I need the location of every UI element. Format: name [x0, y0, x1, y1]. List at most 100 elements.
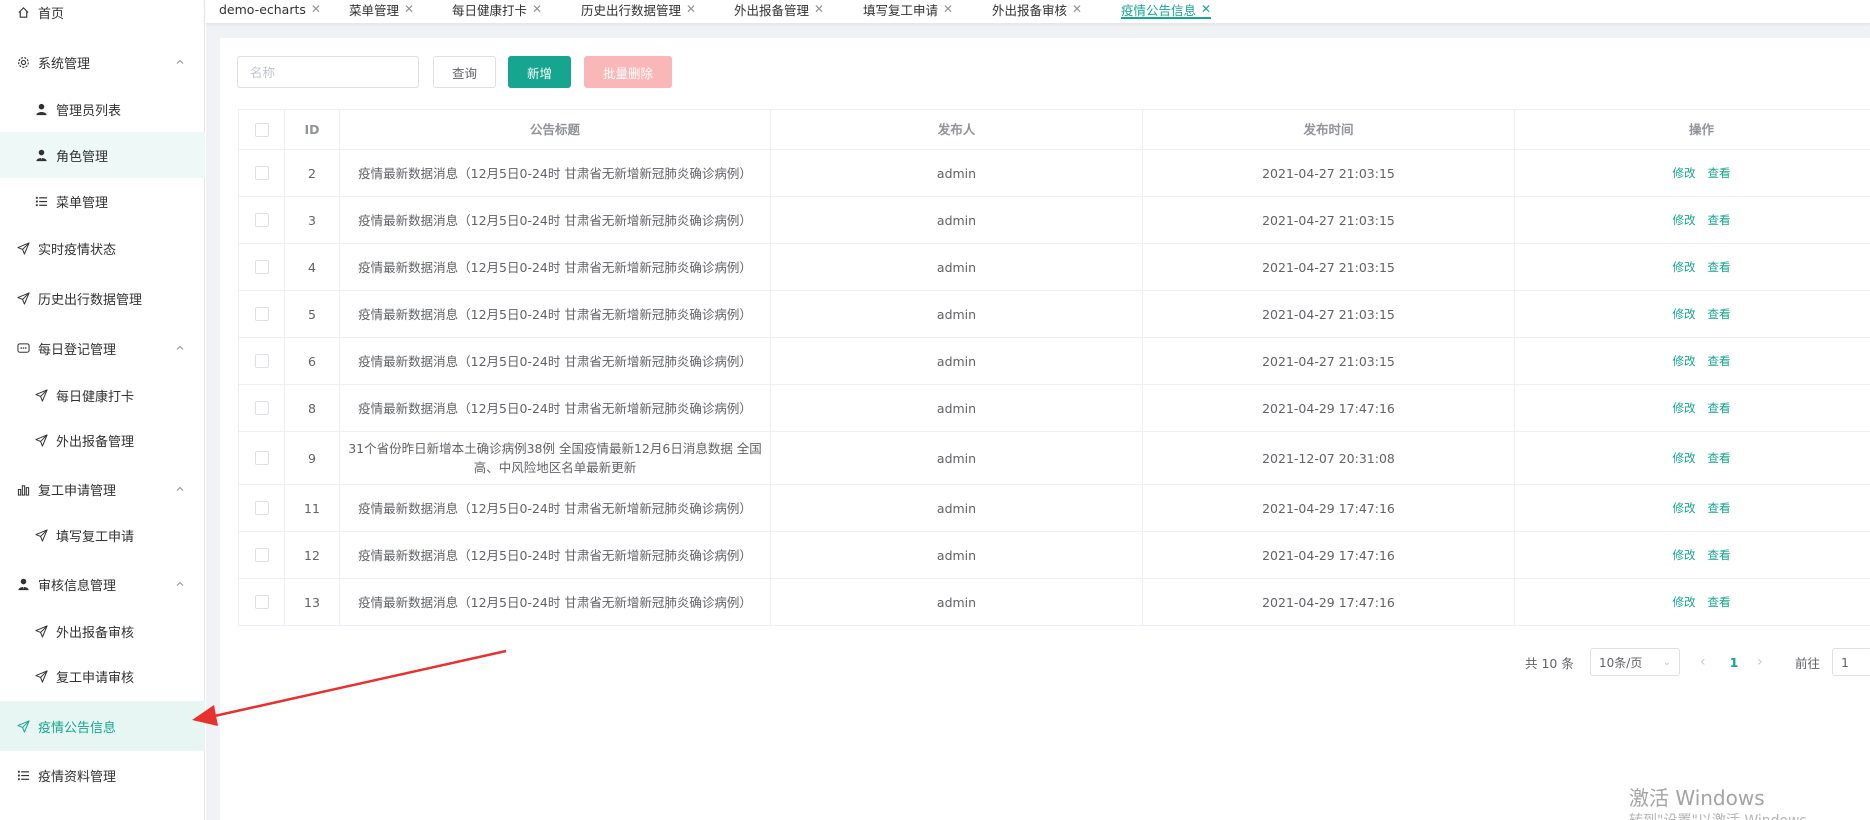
- sidebar-item-outing-review[interactable]: 外出报备审核: [0, 608, 205, 654]
- current-page[interactable]: 1: [1723, 648, 1745, 676]
- close-icon[interactable]: ✕: [404, 2, 414, 16]
- chevron-up-icon: [176, 59, 184, 64]
- paper-plane-icon: [34, 433, 48, 447]
- next-page-button[interactable]: ›: [1757, 648, 1763, 676]
- tab-epidemic-notice[interactable]: 疫情公告信息 ✕: [1121, 0, 1212, 23]
- tab-health-checkin[interactable]: 每日健康打卡 ✕: [452, 0, 542, 23]
- sidebar-item-epidemic-data[interactable]: 疫情资料管理: [0, 751, 205, 799]
- prev-page-button[interactable]: ‹: [1700, 648, 1706, 676]
- table-row: 2 疫情最新数据消息（12月5日0-24时 甘肃省无新增新冠肺炎确诊病例） ad…: [239, 150, 1870, 197]
- paper-plane-icon: [34, 528, 48, 542]
- cell-actions: 修改 查看: [1515, 432, 1870, 484]
- close-icon[interactable]: ✕: [1072, 2, 1082, 16]
- edit-link[interactable]: 修改: [1673, 258, 1696, 277]
- sidebar-item-return-to-work[interactable]: 复工申请管理: [0, 465, 205, 513]
- edit-link[interactable]: 修改: [1673, 499, 1696, 518]
- view-link[interactable]: 查看: [1708, 546, 1731, 565]
- row-checkbox[interactable]: [254, 260, 269, 274]
- tab-history-travel[interactable]: 历史出行数据管理 ✕: [581, 0, 696, 23]
- view-link[interactable]: 查看: [1708, 258, 1731, 277]
- cell-actions: 修改 查看: [1515, 291, 1870, 337]
- view-link[interactable]: 查看: [1708, 499, 1731, 518]
- select-all-checkbox[interactable]: [254, 122, 269, 137]
- chat-icon: [16, 341, 30, 355]
- row-checkbox[interactable]: [254, 548, 269, 562]
- row-checkbox[interactable]: [254, 307, 269, 321]
- edit-link[interactable]: 修改: [1673, 164, 1696, 183]
- row-checkbox[interactable]: [254, 354, 269, 368]
- sidebar-item-fill-application[interactable]: 填写复工申请: [0, 512, 205, 558]
- name-search-input[interactable]: [237, 56, 419, 88]
- cell-id: 12: [285, 532, 340, 578]
- tab-label: 每日健康打卡: [452, 2, 528, 18]
- tab-outing-review[interactable]: 外出报备审核 ✕: [992, 0, 1082, 23]
- close-icon[interactable]: ✕: [1201, 2, 1211, 16]
- paper-plane-icon: [16, 719, 30, 733]
- sidebar-item-review[interactable]: 审核信息管理: [0, 560, 205, 608]
- bar-chart-icon: [16, 482, 30, 496]
- sidebar-item-system[interactable]: 系统管理: [0, 38, 205, 86]
- view-link[interactable]: 查看: [1708, 211, 1731, 230]
- sidebar-item-home[interactable]: 首页: [0, 0, 205, 36]
- cell-time: 2021-04-27 21:03:15: [1143, 338, 1515, 384]
- cell-publisher: admin: [771, 579, 1143, 625]
- sidebar-item-role[interactable]: 角色管理: [0, 132, 205, 178]
- sidebar-item-label: 首页: [38, 6, 65, 22]
- row-checkbox[interactable]: [254, 595, 269, 609]
- view-link[interactable]: 查看: [1708, 449, 1731, 468]
- row-checkbox[interactable]: [254, 501, 269, 515]
- edit-link[interactable]: 修改: [1673, 352, 1696, 371]
- close-icon[interactable]: ✕: [814, 2, 824, 16]
- query-button[interactable]: 查询: [433, 56, 496, 88]
- tab-label: 外出报备审核: [992, 2, 1068, 18]
- sidebar-item-return-review[interactable]: 复工申请审核: [0, 653, 205, 699]
- edit-link[interactable]: 修改: [1673, 449, 1696, 468]
- tab-label: 菜单管理: [349, 2, 400, 18]
- pagination-total: 共 10 条: [1525, 655, 1574, 671]
- view-link[interactable]: 查看: [1708, 164, 1731, 183]
- sidebar-item-admin-list[interactable]: 管理员列表: [0, 86, 205, 132]
- edit-link[interactable]: 修改: [1673, 305, 1696, 324]
- view-link[interactable]: 查看: [1708, 399, 1731, 418]
- edit-link[interactable]: 修改: [1673, 546, 1696, 565]
- sidebar-item-label: 复工申请审核: [56, 670, 135, 686]
- cell-actions: 修改 查看: [1515, 532, 1870, 578]
- view-link[interactable]: 查看: [1708, 305, 1731, 324]
- sidebar-item-history[interactable]: 历史出行数据管理: [0, 274, 205, 322]
- edit-link[interactable]: 修改: [1673, 593, 1696, 612]
- goto-page-input[interactable]: 1: [1832, 648, 1870, 676]
- close-icon[interactable]: ✕: [686, 2, 696, 16]
- paper-plane-icon: [16, 241, 30, 255]
- row-checkbox[interactable]: [254, 451, 269, 465]
- sidebar-item-menu[interactable]: 菜单管理: [0, 178, 205, 224]
- batch-delete-button[interactable]: 批量删除: [584, 56, 672, 88]
- tab-demo-echarts[interactable]: demo-echarts ✕: [219, 0, 321, 23]
- row-checkbox[interactable]: [254, 401, 269, 415]
- tab-fill-application[interactable]: 填写复工申请 ✕: [863, 0, 953, 23]
- sidebar-item-health-checkin[interactable]: 每日健康打卡: [0, 372, 205, 418]
- row-checkbox-cell: [239, 291, 285, 337]
- list-icon: [34, 194, 48, 208]
- add-button[interactable]: 新增: [508, 56, 571, 88]
- sidebar-item-epidemic-notice[interactable]: 疫情公告信息: [0, 701, 205, 751]
- view-link[interactable]: 查看: [1708, 352, 1731, 371]
- close-icon[interactable]: ✕: [943, 2, 953, 16]
- sidebar-item-realtime[interactable]: 实时疫情状态: [0, 224, 205, 272]
- tab-menu-management[interactable]: 菜单管理 ✕: [349, 0, 414, 23]
- close-icon[interactable]: ✕: [532, 2, 542, 16]
- cell-id: 2: [285, 150, 340, 196]
- cell-id: 5: [285, 291, 340, 337]
- edit-link[interactable]: 修改: [1673, 399, 1696, 418]
- row-checkbox[interactable]: [254, 166, 269, 180]
- edit-link[interactable]: 修改: [1673, 211, 1696, 230]
- page-size-select[interactable]: 10条/页 ⌄: [1590, 648, 1680, 676]
- row-checkbox[interactable]: [254, 213, 269, 227]
- sidebar-item-outing-report[interactable]: 外出报备管理: [0, 417, 205, 463]
- tab-outing-report[interactable]: 外出报备管理 ✕: [734, 0, 824, 23]
- close-icon[interactable]: ✕: [311, 2, 321, 16]
- cell-publisher: admin: [771, 291, 1143, 337]
- table-row: 5 疫情最新数据消息（12月5日0-24时 甘肃省无新增新冠肺炎确诊病例） ad…: [239, 291, 1870, 338]
- view-link[interactable]: 查看: [1708, 593, 1731, 612]
- sidebar-item-daily[interactable]: 每日登记管理: [0, 324, 205, 372]
- table-row: 6 疫情最新数据消息（12月5日0-24时 甘肃省无新增新冠肺炎确诊病例） ad…: [239, 338, 1870, 385]
